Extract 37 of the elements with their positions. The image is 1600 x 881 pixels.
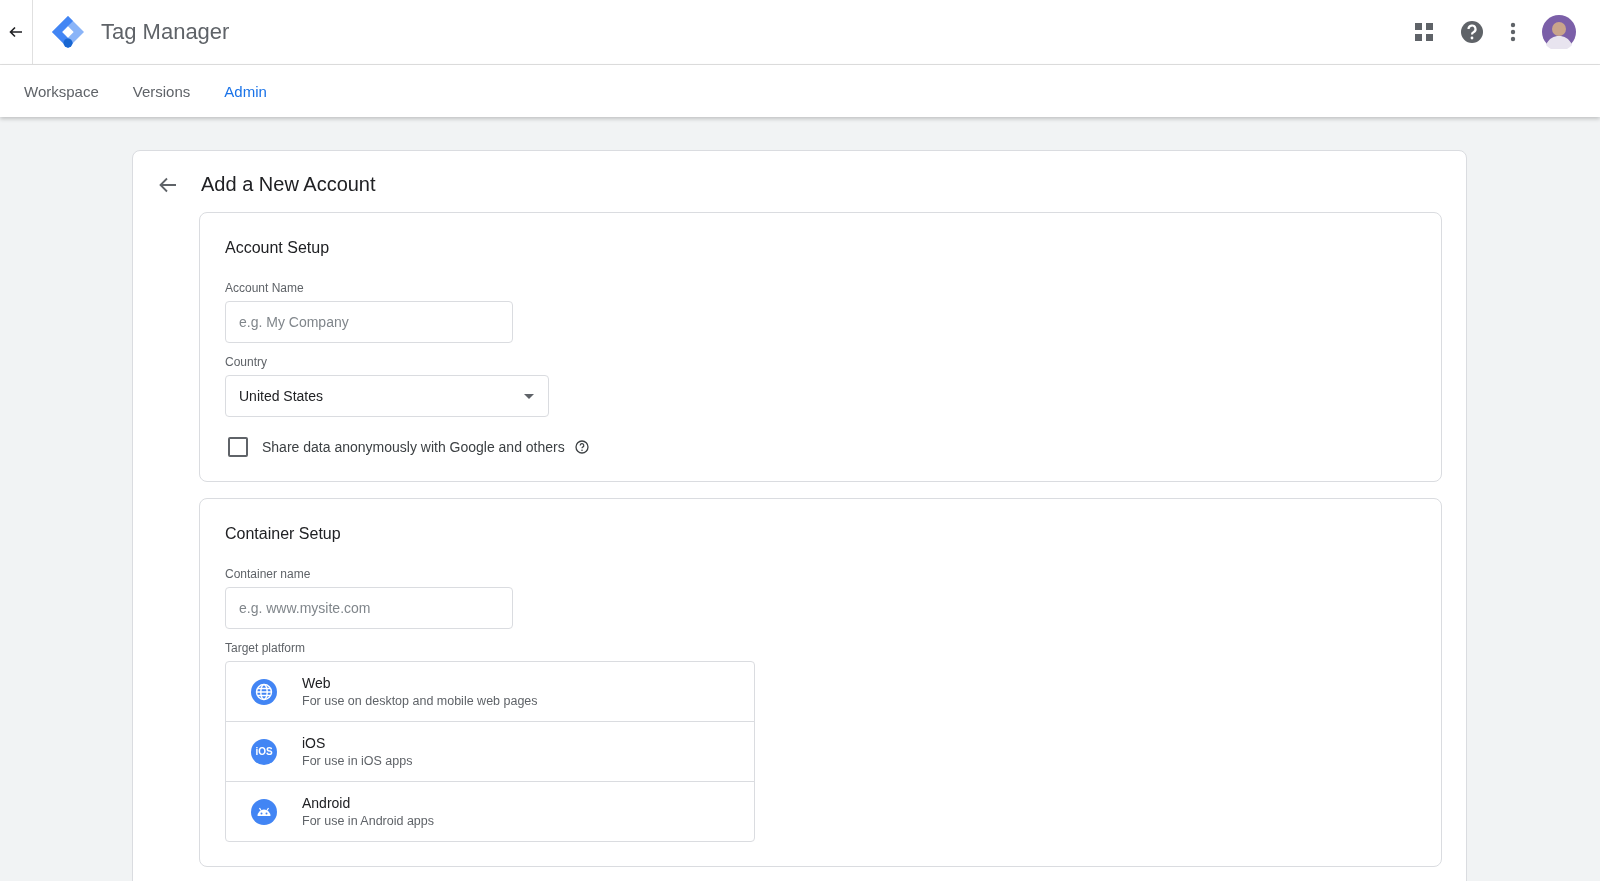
container-name-field[interactable]: e.g. www.mysite.com xyxy=(225,587,513,629)
apps-grid-icon[interactable] xyxy=(1414,22,1434,42)
tab[interactable]: Versions xyxy=(132,82,191,100)
back-arrow-icon[interactable] xyxy=(159,175,177,194)
platform-description: For use in Android apps xyxy=(302,814,435,828)
platform-name: Android xyxy=(302,795,352,811)
platform-name: iOS xyxy=(302,735,327,751)
avatar[interactable] xyxy=(1542,15,1576,49)
field-label: Country xyxy=(225,355,269,369)
section-heading: Account Setup xyxy=(225,239,331,257)
section-heading: Container Setup xyxy=(225,525,342,543)
tab[interactable]: Workspace xyxy=(24,82,99,100)
field-label: Account Name xyxy=(225,281,305,295)
android-robot-icon xyxy=(251,798,277,825)
more-options-icon[interactable] xyxy=(1510,22,1516,42)
platform-option[interactable]: Web For use on desktop and mobile web pages xyxy=(226,662,754,721)
platform-description: For use on desktop and mobile web pages xyxy=(302,694,538,708)
platform-description: For use in iOS apps xyxy=(302,754,413,768)
app-title: Tag Manager xyxy=(101,19,230,45)
back-arrow-icon[interactable] xyxy=(8,24,24,40)
checkbox-label: Share data anonymously with Google and others xyxy=(262,439,565,455)
tab[interactable]: Admin xyxy=(224,82,267,100)
help-icon[interactable] xyxy=(1460,20,1484,44)
field-label: Container name xyxy=(225,567,312,581)
field-label: Target platform xyxy=(225,641,307,655)
ios-badge-icon: iOS xyxy=(251,738,277,765)
country-dropdown[interactable]: United States xyxy=(225,375,549,417)
diamond-logo-icon xyxy=(51,15,85,49)
account-name-field[interactable]: e.g. My Company xyxy=(225,301,513,343)
platform-name: Web xyxy=(302,675,332,691)
share-data-checkbox[interactable] xyxy=(228,437,248,457)
globe-icon xyxy=(251,678,277,705)
platform-option[interactable]: iOS iOS For use in iOS apps xyxy=(226,721,754,781)
help-icon[interactable] xyxy=(574,440,589,454)
dropdown-caret-icon xyxy=(524,393,534,399)
page-title: Add a New Account xyxy=(201,173,376,196)
platform-option[interactable]: Android For use in Android apps xyxy=(226,781,754,841)
